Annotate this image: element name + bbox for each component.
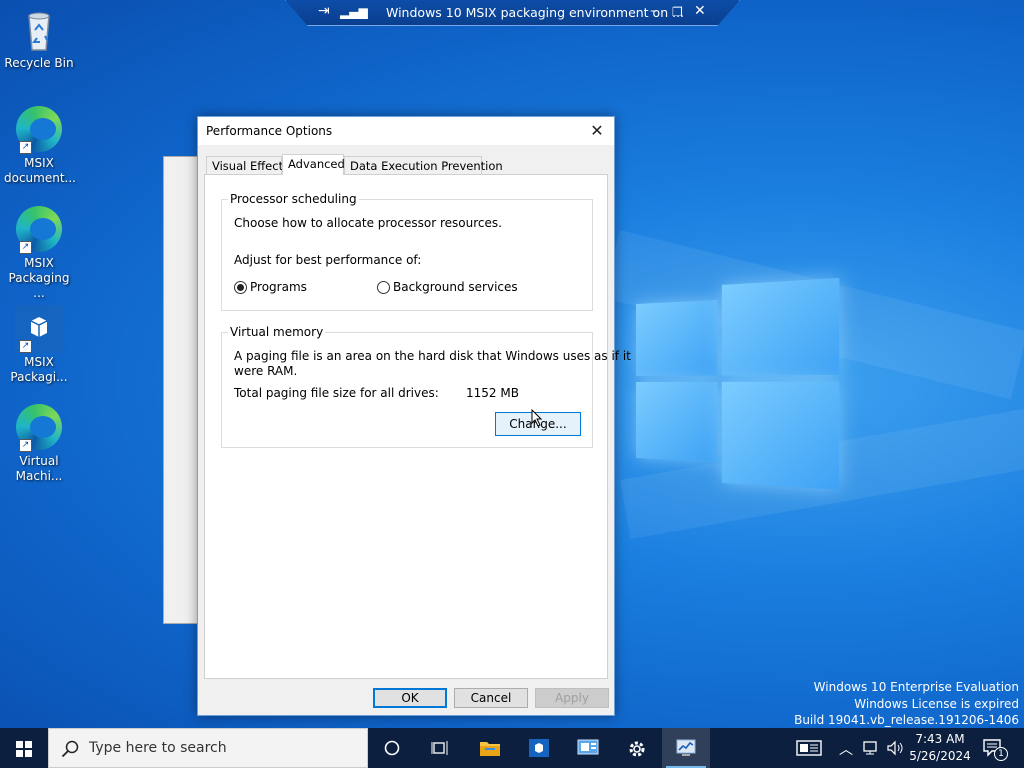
pin-icon[interactable]: ⇥	[318, 3, 330, 19]
task-view-button[interactable]	[416, 728, 464, 768]
desktop-icon-recycle-bin[interactable]: Recycle Bin	[4, 6, 74, 71]
programs-radio-label[interactable]: Programs	[250, 280, 307, 294]
restore-icon[interactable]: ❐	[672, 5, 683, 19]
clock-time: 7:43 AM	[915, 732, 965, 746]
close-icon[interactable]: ✕	[586, 121, 608, 141]
system-properties-icon	[577, 739, 599, 755]
virtual-memory-group: Virtual memory A paging file is an area …	[221, 325, 631, 448]
adjust-performance-label: Adjust for best performance of:	[234, 253, 422, 267]
desktop-icon-msix-document[interactable]: ↗ MSIX document...	[4, 106, 76, 186]
notification-count-badge: 1	[994, 747, 1008, 761]
tab-advanced[interactable]: Advanced	[282, 154, 345, 175]
start-button[interactable]	[0, 728, 48, 768]
remote-connection-bar: ⇥ ▂▄▆ Windows 10 MSIX packaging environm…	[285, 0, 740, 26]
background-services-radio[interactable]	[377, 281, 390, 294]
network-icon[interactable]	[862, 739, 880, 760]
processor-scheduling-group: Processor scheduling Choose how to alloc…	[221, 192, 593, 311]
virtual-memory-legend: Virtual memory	[228, 325, 326, 339]
dialog-title: Performance Options	[206, 124, 333, 138]
minimize-icon[interactable]: –	[650, 3, 657, 19]
total-paging-label: Total paging file size for all drives:	[234, 386, 439, 400]
windows-start-icon	[16, 741, 32, 757]
action-center-button[interactable]: 1	[982, 738, 1008, 761]
watermark-build: Build 19041.vb_release.191206-1406	[794, 713, 1019, 727]
show-hidden-icons-chevron-icon[interactable]: ︿	[839, 739, 853, 759]
mouse-cursor-icon	[531, 409, 543, 427]
cancel-button[interactable]: Cancel	[454, 688, 528, 708]
apply-button[interactable]: Apply	[535, 688, 609, 708]
news-and-interests-button[interactable]	[796, 739, 822, 760]
volume-icon[interactable]	[886, 739, 904, 760]
shortcut-arrow-icon: ↗	[19, 241, 32, 254]
file-explorer-icon	[480, 742, 500, 756]
desktop-icon-label: MSIX Packaging ...	[8, 256, 70, 300]
remote-connection-title: Windows 10 MSIX packaging environment on…	[386, 5, 685, 20]
cortana-button[interactable]	[368, 728, 416, 768]
clock-date: 5/26/2024	[909, 749, 971, 763]
recycle-bin-icon	[15, 6, 63, 54]
advanced-tab-panel: Processor scheduling Choose how to alloc…	[204, 174, 631, 679]
watermark-edition: Windows 10 Enterprise Evaluation	[813, 680, 1019, 694]
total-paging-value: 1152 MB	[466, 386, 519, 400]
shortcut-arrow-icon: ↗	[19, 439, 32, 452]
control-panel-taskbar-button[interactable]	[564, 728, 612, 768]
tab-visual-effects[interactable]: Visual Effects	[206, 156, 289, 174]
desktop-icon-msix-packaging[interactable]: ↗ MSIX Packaging ...	[4, 206, 74, 301]
programs-radio[interactable]	[234, 281, 247, 294]
watermark-license: Windows License is expired	[854, 697, 1019, 711]
taskbar: Type here to search ︿ 7:43 AM 5/26/2024 …	[0, 728, 1024, 768]
performance-monitor-icon	[676, 739, 696, 756]
desktop-icon-msix-packaging-tool[interactable]: ↗ MSIX Packagi...	[4, 305, 74, 385]
desktop-icon-virtual-machine[interactable]: ↗ Virtual Machi...	[4, 404, 74, 484]
tab-data-execution-prevention[interactable]: Data Execution Prevention	[344, 156, 503, 174]
windows-logo-wallpaper	[636, 277, 840, 492]
file-explorer-button[interactable]	[466, 728, 514, 768]
news-icon	[796, 740, 822, 756]
performance-options-taskbar-button[interactable]	[662, 728, 710, 768]
taskbar-clock[interactable]: 7:43 AM 5/26/2024	[906, 731, 974, 765]
close-icon[interactable]: ✕	[694, 3, 706, 19]
search-placeholder: Type here to search	[89, 740, 227, 756]
taskbar-search-box[interactable]: Type here to search	[48, 728, 368, 768]
gear-icon	[629, 741, 645, 757]
dialog-titlebar[interactable]: Performance Options ✕	[198, 117, 614, 145]
desktop-icon-label: MSIX document...	[4, 156, 76, 185]
background-services-radio-label[interactable]: Background services	[393, 280, 518, 294]
ok-button[interactable]: OK	[373, 688, 447, 708]
signal-strength-icon[interactable]: ▂▄▆	[340, 5, 368, 19]
task-view-icon	[431, 741, 448, 755]
cortana-icon	[384, 740, 400, 756]
search-icon	[61, 740, 79, 758]
settings-taskbar-button[interactable]	[613, 728, 661, 768]
processor-description: Choose how to allocate processor resourc…	[234, 216, 502, 230]
shortcut-arrow-icon: ↗	[19, 141, 32, 154]
desktop-icon-label: Virtual Machi...	[15, 454, 63, 483]
virtual-memory-description-line2: were RAM.	[234, 364, 298, 378]
msix-packaging-tool-taskbar-button[interactable]	[515, 728, 563, 768]
processor-scheduling-legend: Processor scheduling	[228, 192, 359, 206]
virtual-memory-description-line1: A paging file is an area on the hard dis…	[234, 349, 631, 363]
desktop-icon-label: Recycle Bin	[4, 56, 74, 70]
msix-packaging-tool-icon	[529, 739, 549, 757]
performance-options-dialog: Performance Options ✕ Visual Effects Adv…	[197, 116, 631, 716]
desktop-icon-label: MSIX Packagi...	[10, 355, 68, 384]
msix-packaging-tool-icon: ↗	[15, 305, 63, 353]
shortcut-arrow-icon: ↗	[19, 340, 32, 353]
